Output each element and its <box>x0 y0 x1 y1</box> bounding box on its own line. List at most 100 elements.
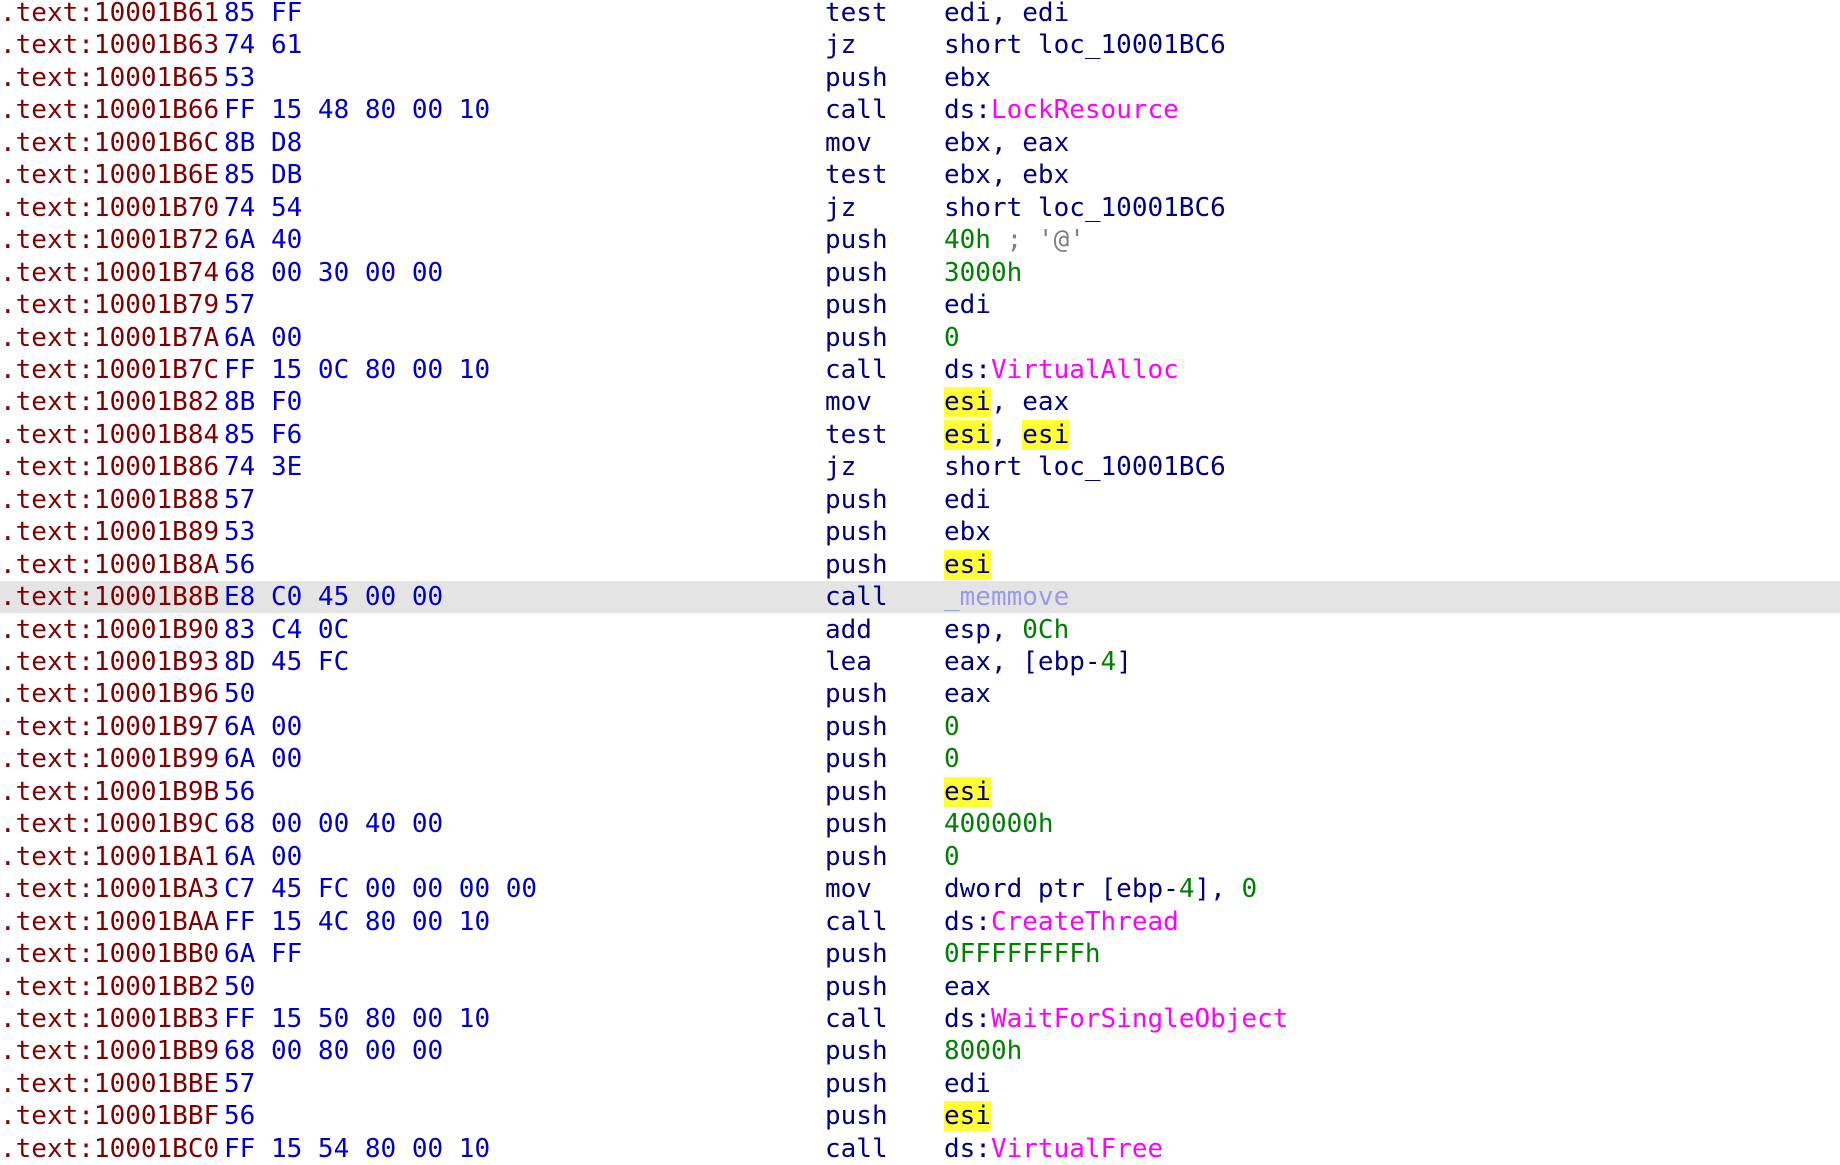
mnemonic[interactable]: push <box>825 776 888 808</box>
mnemonic[interactable]: push <box>825 808 888 840</box>
mnemonic[interactable]: call <box>825 906 888 938</box>
address-label[interactable]: .text:10001B8A <box>0 549 219 581</box>
highlighted-register[interactable]: esi <box>944 387 991 418</box>
operands[interactable]: _memmove <box>944 581 1069 613</box>
mnemonic[interactable]: push <box>825 938 888 970</box>
address-label[interactable]: .text:10001BB3 <box>0 1003 219 1035</box>
address-label[interactable]: .text:10001B65 <box>0 62 219 94</box>
address-label[interactable]: .text:10001B66 <box>0 94 219 126</box>
address-label[interactable]: .text:10001B93 <box>0 646 219 678</box>
operands[interactable]: eax <box>944 678 991 710</box>
library-call[interactable]: _memmove <box>944 582 1069 612</box>
operands[interactable]: 3000h <box>944 257 1022 289</box>
instruction-line[interactable]: .text:10001BA1 6A 00 push 0 <box>0 841 1840 873</box>
instruction-line[interactable]: .text:10001B63 74 61 jz short loc_10001BC6 <box>0 29 1840 61</box>
operands[interactable]: 40h ; '@' <box>944 224 1085 256</box>
address-label[interactable]: .text:10001B61 <box>0 0 219 29</box>
mnemonic[interactable]: mov <box>825 386 872 418</box>
operands[interactable]: ds:CreateThread <box>944 906 1179 938</box>
address-label[interactable]: .text:10001BA1 <box>0 841 219 873</box>
api-name[interactable]: VirtualAlloc <box>991 355 1179 385</box>
mnemonic[interactable]: jz <box>825 451 856 483</box>
highlighted-register[interactable]: esi <box>944 419 991 450</box>
address-label[interactable]: .text:10001B9C <box>0 808 219 840</box>
mnemonic[interactable]: push <box>825 289 888 321</box>
operands[interactable]: esi <box>944 776 991 808</box>
instruction-line[interactable]: .text:10001BC0 FF 15 54 80 00 10 call ds:Vi… <box>0 1133 1840 1165</box>
instruction-line[interactable]: .text:10001BB2 50 push eax <box>0 971 1840 1003</box>
mnemonic[interactable]: push <box>825 257 888 289</box>
address-label[interactable]: .text:10001B79 <box>0 289 219 321</box>
address-label[interactable]: .text:10001B70 <box>0 192 219 224</box>
operands[interactable]: 8000h <box>944 1035 1022 1067</box>
operands[interactable]: dword ptr [ebp-4], 0 <box>944 873 1257 905</box>
operands[interactable]: short loc_10001BC6 <box>944 451 1226 483</box>
mnemonic[interactable]: test <box>825 419 888 451</box>
operands[interactable]: esi, eax <box>944 386 1069 418</box>
address-label[interactable]: .text:10001B6C <box>0 127 219 159</box>
instruction-line[interactable]: .text:10001B66 FF 15 48 80 00 10 call ds:Lo… <box>0 94 1840 126</box>
current-instruction-line[interactable]: .text:10001B8B E8 C0 45 00 00 call _memmove <box>0 581 1840 614</box>
instruction-line[interactable]: .text:10001B84 85 F6 test esi, esi <box>0 419 1840 451</box>
operands[interactable]: ds:WaitForSingleObject <box>944 1003 1288 1035</box>
operands[interactable]: ebx <box>944 62 991 94</box>
mnemonic[interactable]: mov <box>825 873 872 905</box>
address-label[interactable]: .text:10001BB9 <box>0 1035 219 1067</box>
operands[interactable]: 0 <box>944 711 960 743</box>
mnemonic[interactable]: push <box>825 1100 888 1132</box>
highlighted-register[interactable]: esi <box>1022 419 1070 450</box>
operands[interactable]: edi, edi <box>944 0 1069 29</box>
address-label[interactable]: .text:10001B99 <box>0 743 219 775</box>
mnemonic[interactable]: test <box>825 159 888 191</box>
api-name[interactable]: CreateThread <box>991 907 1179 937</box>
instruction-line[interactable]: .text:10001B9C 68 00 00 40 00 push 400000h <box>0 808 1840 840</box>
instruction-line[interactable]: .text:10001BB9 68 00 80 00 00 push 8000h <box>0 1035 1840 1067</box>
mnemonic[interactable]: lea <box>825 646 872 678</box>
mnemonic[interactable]: call <box>825 581 888 613</box>
api-name[interactable]: VirtualFree <box>991 1134 1163 1164</box>
address-label[interactable]: .text:10001B89 <box>0 516 219 548</box>
mnemonic[interactable]: push <box>825 678 888 710</box>
instruction-line[interactable]: .text:10001B74 68 00 30 00 00 push 3000h <box>0 257 1840 289</box>
operands[interactable]: 0FFFFFFFFh <box>944 938 1101 970</box>
instruction-line[interactable]: .text:10001BB0 6A FF push 0FFFFFFFFh <box>0 938 1840 970</box>
mnemonic[interactable]: push <box>825 1035 888 1067</box>
instruction-line[interactable]: .text:10001B90 83 C4 0C add esp, 0Ch <box>0 614 1840 646</box>
instruction-line[interactable]: .text:10001B8A 56 push esi <box>0 549 1840 581</box>
operands[interactable]: 0 <box>944 743 960 775</box>
address-label[interactable]: .text:10001B97 <box>0 711 219 743</box>
operands[interactable]: ebx, eax <box>944 127 1069 159</box>
mnemonic[interactable]: jz <box>825 192 856 224</box>
instruction-line[interactable]: .text:10001B93 8D 45 FC lea eax, [ebp-4] <box>0 646 1840 678</box>
instruction-line[interactable]: .text:10001B7C FF 15 0C 80 00 10 call ds:Vi… <box>0 354 1840 386</box>
highlighted-register[interactable]: esi <box>944 549 991 580</box>
instruction-line[interactable]: .text:10001BBE 57 push edi <box>0 1068 1840 1100</box>
instruction-line[interactable]: .text:10001B61 85 FF test edi, edi <box>0 0 1840 29</box>
instruction-line[interactable]: .text:10001B89 53 push ebx <box>0 516 1840 548</box>
api-name[interactable]: LockResource <box>991 95 1179 125</box>
operands[interactable]: esi <box>944 549 991 581</box>
address-label[interactable]: .text:10001B90 <box>0 614 219 646</box>
disassembly-view[interactable]: .text:10001B61 85 FF test edi, edi .text:100… <box>0 0 1840 1164</box>
instruction-line[interactable]: .text:10001B6E 85 DB test ebx, ebx <box>0 159 1840 191</box>
mnemonic[interactable]: push <box>825 971 888 1003</box>
instruction-line[interactable]: .text:10001BA3 C7 45 FC 00 00 00 00 mov dwo… <box>0 873 1840 905</box>
instruction-line[interactable]: .text:10001B72 6A 40 push 40h ; '@' <box>0 224 1840 256</box>
address-label[interactable]: .text:10001B74 <box>0 257 219 289</box>
mnemonic[interactable]: call <box>825 1133 888 1165</box>
instruction-line[interactable]: .text:10001B97 6A 00 push 0 <box>0 711 1840 743</box>
mnemonic[interactable]: push <box>825 1068 888 1100</box>
address-label[interactable]: .text:10001BB0 <box>0 938 219 970</box>
highlighted-register[interactable]: esi <box>944 776 991 807</box>
instruction-line[interactable]: .text:10001B79 57 push edi <box>0 289 1840 321</box>
mnemonic[interactable]: push <box>825 516 888 548</box>
instruction-line[interactable]: .text:10001B65 53 push ebx <box>0 62 1840 94</box>
operands[interactable]: edi <box>944 289 991 321</box>
instruction-line[interactable]: .text:10001BBF 56 push esi <box>0 1100 1840 1132</box>
address-label[interactable]: .text:10001B72 <box>0 224 219 256</box>
operands[interactable]: eax, [ebp-4] <box>944 646 1132 678</box>
instruction-line[interactable]: .text:10001B82 8B F0 mov esi, eax <box>0 386 1840 418</box>
operands[interactable]: ebx <box>944 516 991 548</box>
instruction-line[interactable]: .text:10001B86 74 3E jz short loc_10001BC6 <box>0 451 1840 483</box>
address-label[interactable]: .text:10001B8B <box>0 581 219 613</box>
